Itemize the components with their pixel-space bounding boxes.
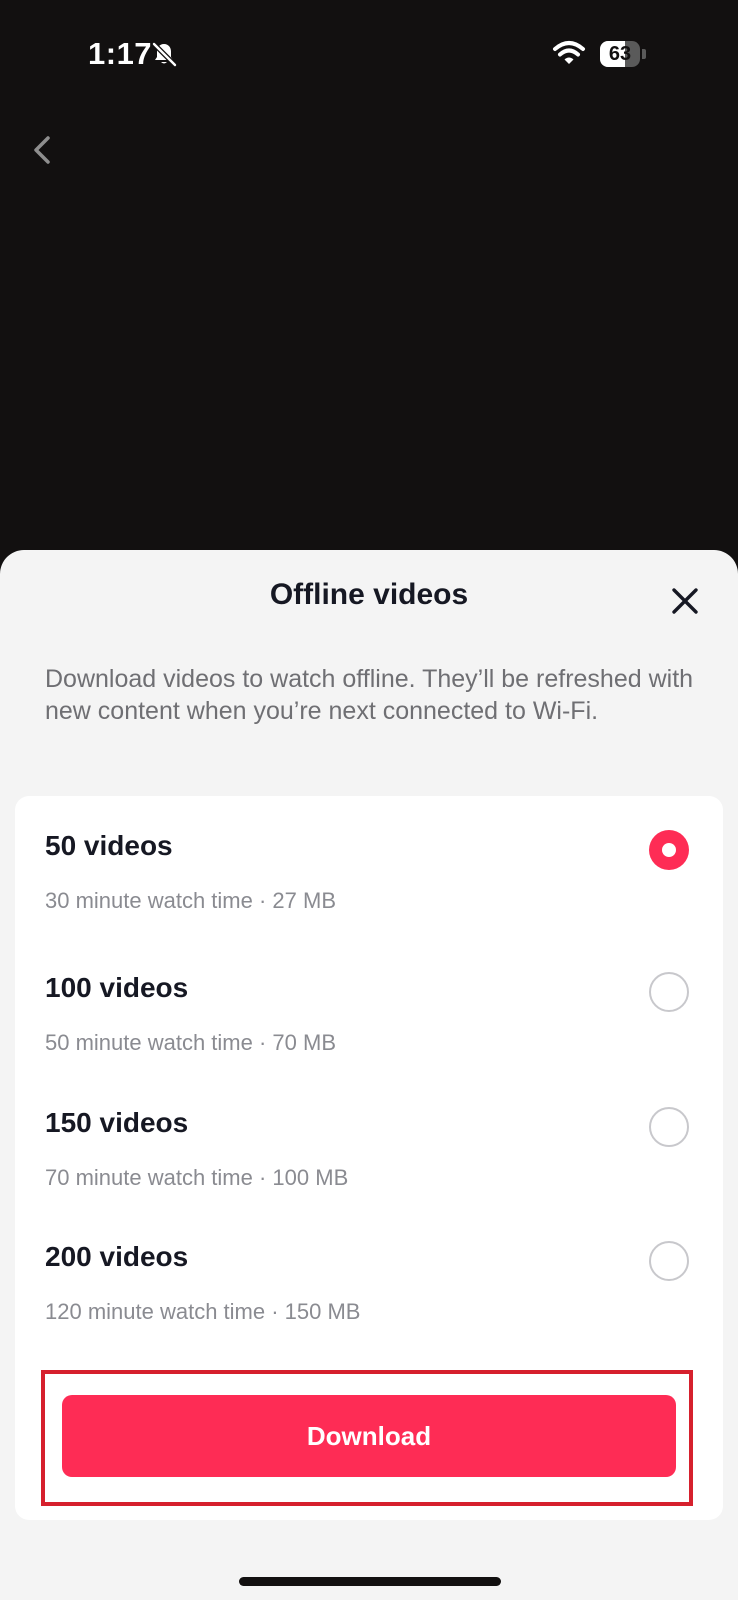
option-150-videos[interactable]: 150 videos 70 minute watch time · 100 MB	[15, 1107, 723, 1243]
status-bar: 1:17 63	[0, 0, 738, 110]
radio-button[interactable]	[649, 830, 689, 870]
back-button[interactable]	[22, 128, 66, 172]
home-indicator	[239, 1577, 501, 1586]
radio-button[interactable]	[649, 972, 689, 1012]
chevron-left-icon	[34, 136, 50, 164]
close-button[interactable]	[666, 582, 704, 620]
battery-icon: 63	[600, 41, 646, 67]
option-meta: 70 minute watch time · 100 MB	[45, 1165, 349, 1190]
sheet-description: Download videos to watch offline. They’l…	[45, 665, 694, 725]
bell-slash-icon	[152, 42, 177, 67]
sheet-title: Offline videos	[269, 578, 469, 611]
wifi-icon	[553, 41, 585, 64]
option-label: 100 videos	[45, 972, 189, 1003]
close-icon	[672, 588, 698, 614]
radio-button[interactable]	[649, 1241, 689, 1281]
battery-level: 63	[608, 43, 632, 65]
option-meta: 50 minute watch time · 70 MB	[45, 1030, 337, 1055]
option-label: 50 videos	[45, 830, 173, 861]
option-100-videos[interactable]: 100 videos 50 minute watch time · 70 MB	[15, 972, 723, 1108]
option-meta: 120 minute watch time · 150 MB	[45, 1299, 361, 1324]
option-label: 150 videos	[45, 1107, 189, 1138]
option-200-videos[interactable]: 200 videos 120 minute watch time · 150 M…	[15, 1241, 723, 1377]
option-label: 200 videos	[45, 1241, 189, 1272]
download-button[interactable]: Download	[62, 1395, 676, 1477]
option-meta: 30 minute watch time · 27 MB	[45, 888, 337, 913]
radio-button[interactable]	[649, 1107, 689, 1147]
screen: 1:17 63 Offline videos Download videos t…	[0, 0, 738, 1600]
option-50-videos[interactable]: 50 videos 30 minute watch time · 27 MB	[15, 830, 723, 966]
status-time: 1:17	[88, 36, 153, 71]
